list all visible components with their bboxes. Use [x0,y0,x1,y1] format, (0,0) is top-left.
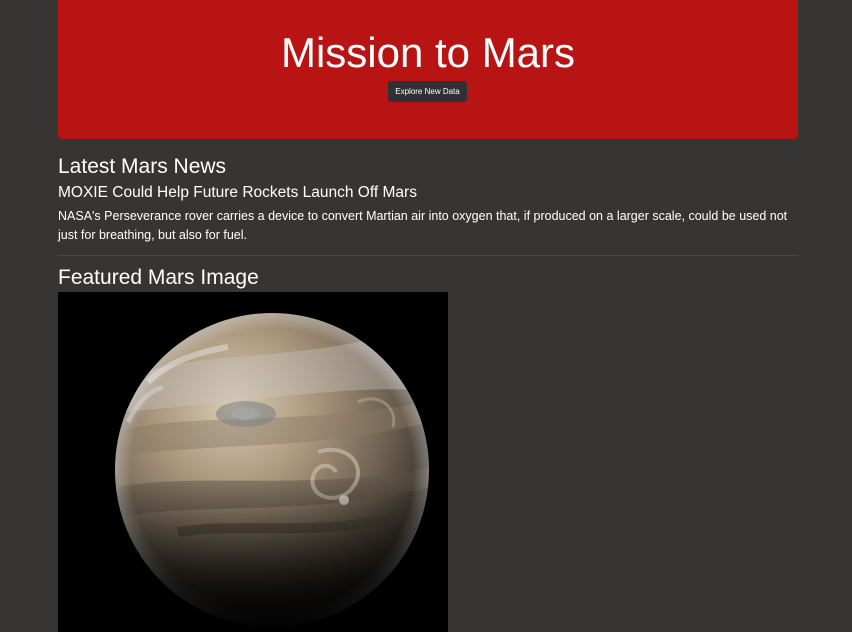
page-title: Mission to Mars [280,29,576,76]
featured-image-heading: Featured Mars Image [58,266,259,289]
section-divider [58,255,798,256]
planet-illustration [58,292,448,632]
news-title: MOXIE Could Help Future Rockets Launch O… [58,184,417,201]
page-container: Mission to Mars Explore New Data Latest … [58,0,798,632]
header-banner: Mission to Mars Explore New Data [58,0,798,139]
news-section-heading: Latest Mars News [58,155,227,178]
featured-image-section: Featured Mars Image [58,265,798,632]
latest-news-section: Latest Mars News MOXIE Could Help Future… [58,154,798,245]
news-teaser: NASA's Perseverance rover carries a devi… [58,209,788,242]
explore-new-data-button[interactable]: Explore New Data [388,81,467,102]
featured-image [58,292,448,632]
